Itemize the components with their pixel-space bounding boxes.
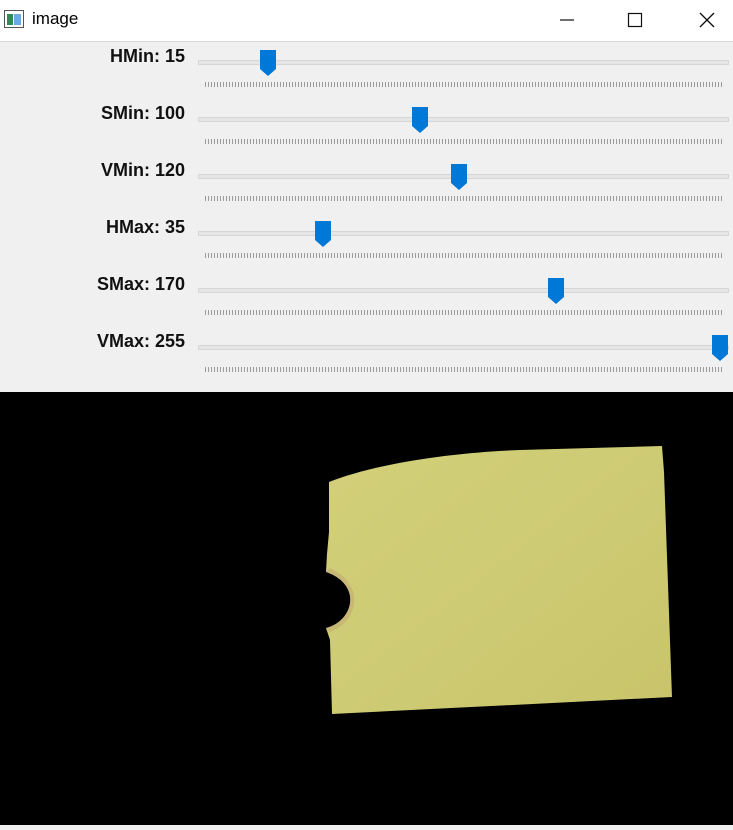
trackbar-track[interactable] bbox=[198, 117, 729, 122]
trackbar-smin[interactable]: SMin: 100 bbox=[0, 99, 733, 156]
masked-image bbox=[326, 446, 672, 714]
close-icon bbox=[699, 12, 715, 28]
trackbar-thumb[interactable] bbox=[411, 106, 429, 134]
trackbar-vmin[interactable]: VMin: 120 bbox=[0, 156, 733, 213]
masked-object bbox=[326, 446, 672, 714]
trackbar-label: SMin: 100 bbox=[100, 103, 185, 123]
trackbar-thumb[interactable] bbox=[711, 334, 729, 362]
trackbar-thumb[interactable] bbox=[547, 277, 565, 305]
trackbar-track[interactable] bbox=[198, 231, 729, 236]
trackbar-thumb[interactable] bbox=[314, 220, 332, 248]
trackbar-ticks bbox=[205, 139, 722, 144]
trackbar-hmax[interactable]: HMax: 35 bbox=[0, 213, 733, 270]
trackbar-ticks bbox=[205, 310, 722, 315]
trackbar-ticks bbox=[205, 367, 722, 372]
trackbar-label: VMin: 120 bbox=[100, 160, 185, 180]
trackbar-ticks bbox=[205, 82, 722, 87]
trackbar-hmin[interactable]: HMin: 15 bbox=[0, 42, 733, 99]
maximize-icon bbox=[627, 12, 643, 28]
trackbar-track[interactable] bbox=[198, 60, 729, 65]
window-title: image bbox=[32, 9, 79, 28]
trackbar-vmax[interactable]: VMax: 255 bbox=[0, 327, 733, 384]
trackbar-label: SMax: 170 bbox=[96, 274, 185, 294]
close-button[interactable] bbox=[684, 0, 730, 40]
masked-image-view bbox=[0, 392, 733, 825]
maximize-button[interactable] bbox=[612, 0, 658, 40]
trackbar-panel: HMin: 15 SMin: 100 VMin: 120 HMax: 35 SM… bbox=[0, 42, 733, 392]
trackbar-ticks bbox=[205, 253, 722, 258]
title-bar[interactable]: image bbox=[0, 0, 733, 42]
trackbar-label: VMax: 255 bbox=[96, 331, 185, 351]
trackbar-thumb[interactable] bbox=[450, 163, 468, 191]
trackbar-track[interactable] bbox=[198, 345, 729, 350]
trackbar-ticks bbox=[205, 196, 722, 201]
trackbar-track[interactable] bbox=[198, 288, 729, 293]
trackbar-label: HMin: 15 bbox=[109, 46, 185, 66]
trackbar-thumb[interactable] bbox=[259, 49, 277, 77]
app-window-icon[interactable] bbox=[4, 10, 24, 28]
trackbar-label: HMax: 35 bbox=[105, 217, 185, 237]
minimize-button[interactable] bbox=[544, 0, 590, 40]
trackbar-smax[interactable]: SMax: 170 bbox=[0, 270, 733, 327]
minimize-icon bbox=[560, 19, 574, 21]
